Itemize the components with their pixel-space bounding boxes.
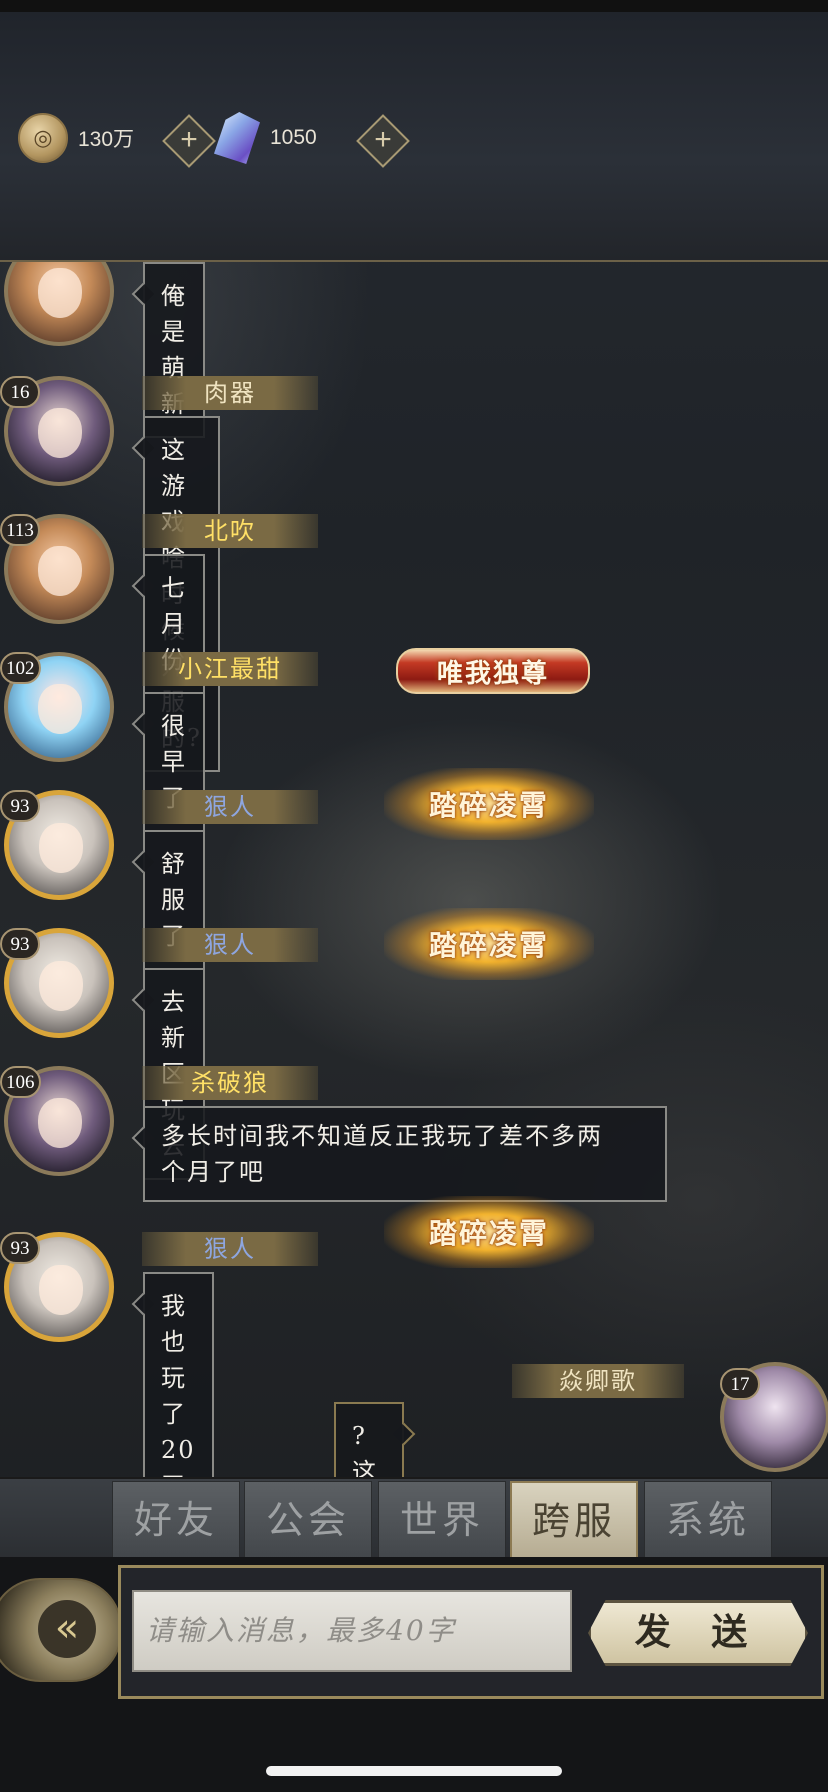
tab-system[interactable]: 系统 xyxy=(644,1481,772,1559)
avatar-face xyxy=(38,408,82,458)
my-message-bubble: ? 这游戏不是tm刚开服嘛 xyxy=(334,1402,405,1477)
back-button[interactable]: « xyxy=(0,1578,122,1682)
sender-name[interactable]: 狠人 xyxy=(142,790,318,824)
tab-cross-server[interactable]: 跨服 xyxy=(510,1481,638,1559)
tab-friends[interactable]: 好友 xyxy=(112,1481,240,1559)
avatar-face xyxy=(38,1098,82,1148)
double-chevron-left-icon: « xyxy=(38,1600,96,1658)
level-badge: 93 xyxy=(0,790,40,822)
plus-icon: + xyxy=(374,123,392,156)
tab-guild[interactable]: 公会 xyxy=(244,1481,372,1559)
plus-icon: + xyxy=(180,123,198,156)
avatar-face xyxy=(38,268,82,318)
crystal-icon xyxy=(214,112,260,164)
title-badge: 踏碎凌霄 xyxy=(384,768,594,840)
avatar-face xyxy=(39,823,83,873)
home-indicator[interactable] xyxy=(266,1766,562,1776)
message-line: 多长时间我不知道反正我玩了差不多两 xyxy=(161,1122,603,1150)
sender-name[interactable]: 狠人 xyxy=(142,928,318,962)
message-line: 个月了吧 xyxy=(161,1158,265,1186)
coin-resource: ◎ 130万 xyxy=(18,112,134,164)
avatar-face xyxy=(38,684,82,734)
title-badge: 踏碎凌霄 xyxy=(384,1196,594,1268)
gem-resource: 1050 xyxy=(214,112,317,164)
sender-name[interactable]: 小江最甜 xyxy=(142,652,318,686)
coin-icon: ◎ xyxy=(18,113,68,163)
gem-amount: 1050 xyxy=(270,126,317,149)
message-input[interactable]: 请输入消息，最多40字 xyxy=(132,1590,572,1672)
sender-name[interactable]: 北吹 xyxy=(142,514,318,548)
level-badge: 106 xyxy=(0,1066,41,1098)
chat-list[interactable]: 俺是萌新 16 肉器 这游戏啥时候开服的? 113 北吹 七月份 102 小江最… xyxy=(0,262,828,1477)
level-badge: 17 xyxy=(720,1368,760,1400)
tab-world[interactable]: 世界 xyxy=(378,1481,506,1559)
level-badge: 113 xyxy=(0,514,40,546)
title-badge: 踏碎凌霄 xyxy=(384,908,594,980)
sender-name[interactable]: 狠人 xyxy=(142,1232,318,1266)
avatar-face xyxy=(39,1265,83,1315)
sender-name[interactable]: 杀破狼 xyxy=(142,1066,318,1100)
level-badge: 16 xyxy=(0,376,40,408)
sender-name[interactable]: 肉器 xyxy=(142,376,318,410)
avatar-face xyxy=(39,961,83,1011)
coin-amount: 130万 xyxy=(78,128,135,151)
send-button[interactable]: 发 送 xyxy=(588,1600,808,1666)
my-name: 焱卿歌 xyxy=(512,1364,684,1398)
title-badge: 唯我独尊 xyxy=(396,648,590,694)
level-badge: 93 xyxy=(0,928,40,960)
level-badge: 93 xyxy=(0,1232,40,1264)
message-bubble: 俺是萌新 xyxy=(143,262,205,438)
level-badge: 102 xyxy=(0,652,41,684)
avatar[interactable] xyxy=(4,262,114,346)
message-bubble: 我也玩了20天了 xyxy=(143,1272,214,1477)
channel-tabs: 好友 公会 世界 跨服 系统 xyxy=(0,1477,828,1559)
message-bubble: 多长时间我不知道反正我玩了差不多两 个月了吧 xyxy=(143,1106,667,1202)
status-bar xyxy=(0,0,828,12)
avatar-face xyxy=(38,546,82,596)
